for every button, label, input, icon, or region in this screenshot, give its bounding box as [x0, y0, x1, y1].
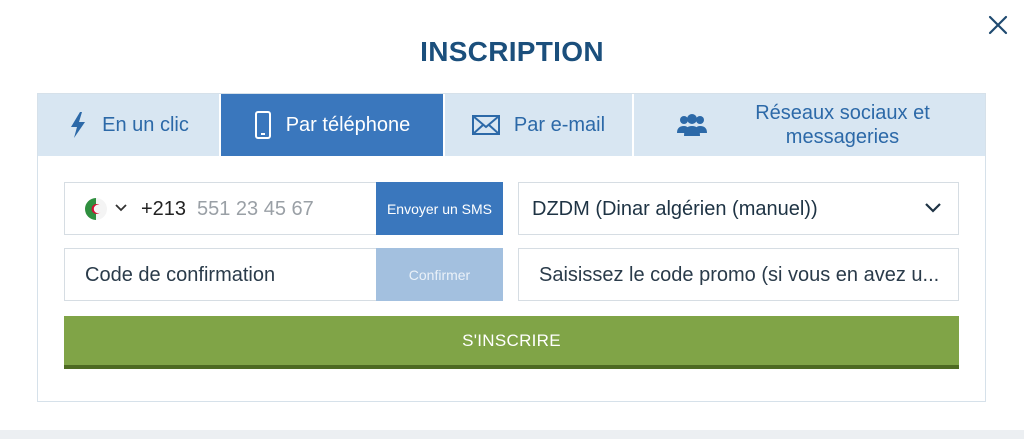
currency-select[interactable]: DZDM (Dinar algérien (manuel))	[518, 182, 959, 235]
tab-email-label: Par e-mail	[513, 113, 606, 136]
registration-tabs: En un clic Par téléphone Par e-mail Rése…	[38, 94, 985, 156]
smartphone-icon	[254, 111, 272, 139]
promo-code-field	[518, 248, 959, 301]
tab-phone-label: Par téléphone	[285, 113, 411, 136]
chevron-down-icon[interactable]	[115, 203, 127, 213]
tab-social-label: Réseaux sociaux et messageries	[755, 102, 930, 148]
registration-modal: INSCRIPTION En un clic Par téléphone Par…	[0, 0, 1024, 430]
promo-code-input[interactable]	[539, 259, 951, 291]
close-icon[interactable]	[986, 13, 1010, 37]
registration-panel: En un clic Par téléphone Par e-mail Rése…	[37, 93, 986, 402]
confirmation-code-input[interactable]	[85, 259, 370, 291]
tab-one-click-label: En un clic	[102, 113, 189, 136]
users-icon	[676, 113, 707, 137]
phone-field: +213 Envoyer un SMS	[64, 182, 503, 235]
tab-one-click[interactable]: En un clic	[38, 94, 221, 156]
envelope-icon	[471, 115, 500, 135]
chevron-down-icon	[925, 203, 941, 213]
phone-prefix: +213	[141, 198, 187, 220]
confirm-button[interactable]: Confirmer	[376, 248, 503, 301]
modal-title: INSCRIPTION	[420, 36, 604, 67]
lightning-icon	[68, 111, 88, 139]
currency-value: DZDM (Dinar algérien (manuel))	[532, 198, 818, 220]
phone-input[interactable]	[197, 193, 375, 225]
confirmation-code-field: Confirmer	[64, 248, 503, 301]
tab-phone[interactable]: Par téléphone	[221, 94, 445, 156]
algeria-flag-icon[interactable]	[85, 198, 107, 220]
register-button[interactable]: S'INSCRIRE	[64, 316, 959, 369]
send-sms-button[interactable]: Envoyer un SMS	[376, 182, 503, 235]
tab-email[interactable]: Par e-mail	[445, 94, 634, 156]
tab-social[interactable]: Réseaux sociaux et messageries	[634, 94, 985, 156]
